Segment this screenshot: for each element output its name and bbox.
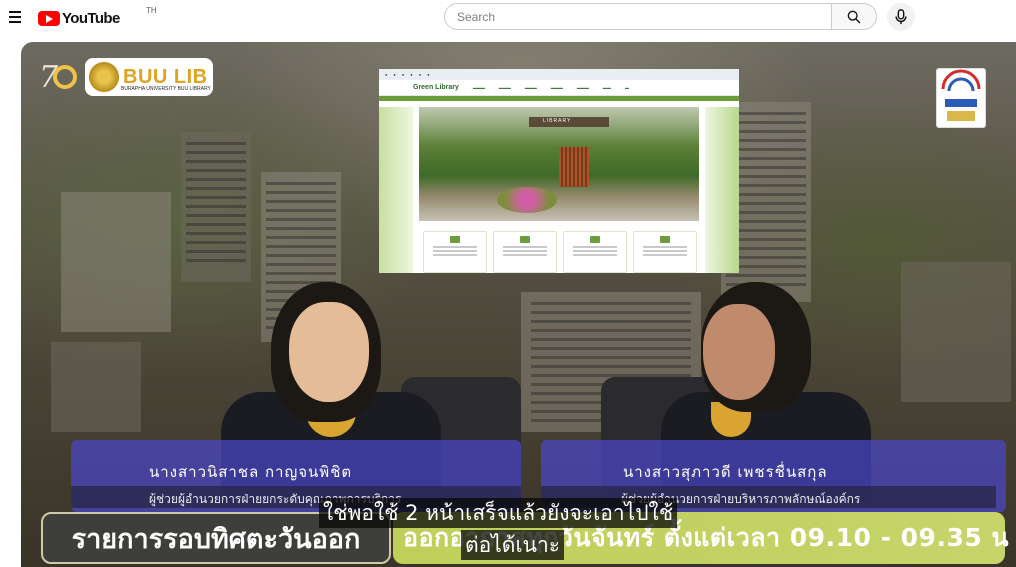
- service-card: [493, 231, 557, 273]
- radio-thailand-logo: [936, 68, 986, 128]
- buu-lib-wordmark: BUU LIB: [123, 66, 208, 88]
- burapha-seal-icon: [89, 62, 119, 92]
- flower-bed: [497, 187, 557, 213]
- service-card: [423, 231, 487, 273]
- program-title: รายการรอบทิศตะวันออก: [71, 523, 361, 555]
- hamburger-menu-icon[interactable]: [6, 8, 24, 26]
- search-icon: [847, 10, 861, 23]
- guest-face: [703, 304, 775, 400]
- library-sign: LIBRARY: [543, 118, 572, 124]
- anniversary-70-logo: 7: [39, 60, 77, 95]
- top-bar: YouTube TH: [0, 0, 1016, 36]
- wooden-slat-wall: [559, 147, 589, 187]
- green-library-website-screenshot: ● ● ● ● ● ● Green Library ▬▬▬ ▬▬▬ ▬▬▬ ▬▬▬ ▬▬▬ ▬▬ ▬ …: [379, 69, 739, 273]
- radio-waves-icon: [941, 69, 981, 121]
- decorative-leaf: [379, 107, 413, 273]
- site-menu-strip: [379, 96, 739, 101]
- service-cards: [423, 231, 697, 273]
- video-player[interactable]: 7 BUU LIB BURAPHA UNIVERSITY BUU LIBRARY…: [21, 42, 1016, 567]
- search-input[interactable]: [444, 3, 831, 30]
- background-building: [61, 192, 171, 332]
- logo-country-code: TH: [146, 6, 157, 15]
- buu-lib-subtitle: BURAPHA UNIVERSITY BUU LIBRARY: [121, 86, 211, 92]
- caption-line-1: ใช่พอใช้ 2 หน้าเสร็จแล้วยังจะเอาไปใช้: [319, 498, 678, 528]
- service-card: [563, 231, 627, 273]
- site-navigation: Green Library ▬▬▬ ▬▬▬ ▬▬▬ ▬▬▬ ▬▬▬ ▬▬ ▬: [379, 80, 739, 96]
- youtube-play-icon: [38, 10, 60, 26]
- site-title: Green Library: [413, 84, 459, 91]
- building-windows: [186, 142, 246, 262]
- mic-icon: [895, 9, 907, 25]
- background-building: [901, 262, 1011, 402]
- search-bar: [444, 3, 877, 30]
- logo-text: YouTube: [62, 9, 120, 27]
- decorative-leaf: [705, 107, 739, 273]
- browser-bookmark-bar: ● ● ● ● ● ●: [379, 69, 739, 80]
- buu-lib-logo: BUU LIB BURAPHA UNIVERSITY BUU LIBRARY: [85, 58, 213, 96]
- search-button[interactable]: [831, 3, 877, 30]
- guest-face: [289, 302, 369, 402]
- library-hero-photo: LIBRARY: [419, 107, 699, 221]
- youtube-logo[interactable]: YouTube TH: [38, 6, 157, 27]
- voice-search-button[interactable]: [887, 3, 915, 31]
- guest-name-right: นางสาวสุภาวดี เพชรชื่นสกุล: [623, 463, 828, 481]
- guest-name-left: นางสาวนิสาชล กาญจนพิชิต: [149, 463, 353, 481]
- caption-line-2: ต่อได้เนาะ: [461, 530, 565, 560]
- service-card: [633, 231, 697, 273]
- background-building: [51, 342, 141, 432]
